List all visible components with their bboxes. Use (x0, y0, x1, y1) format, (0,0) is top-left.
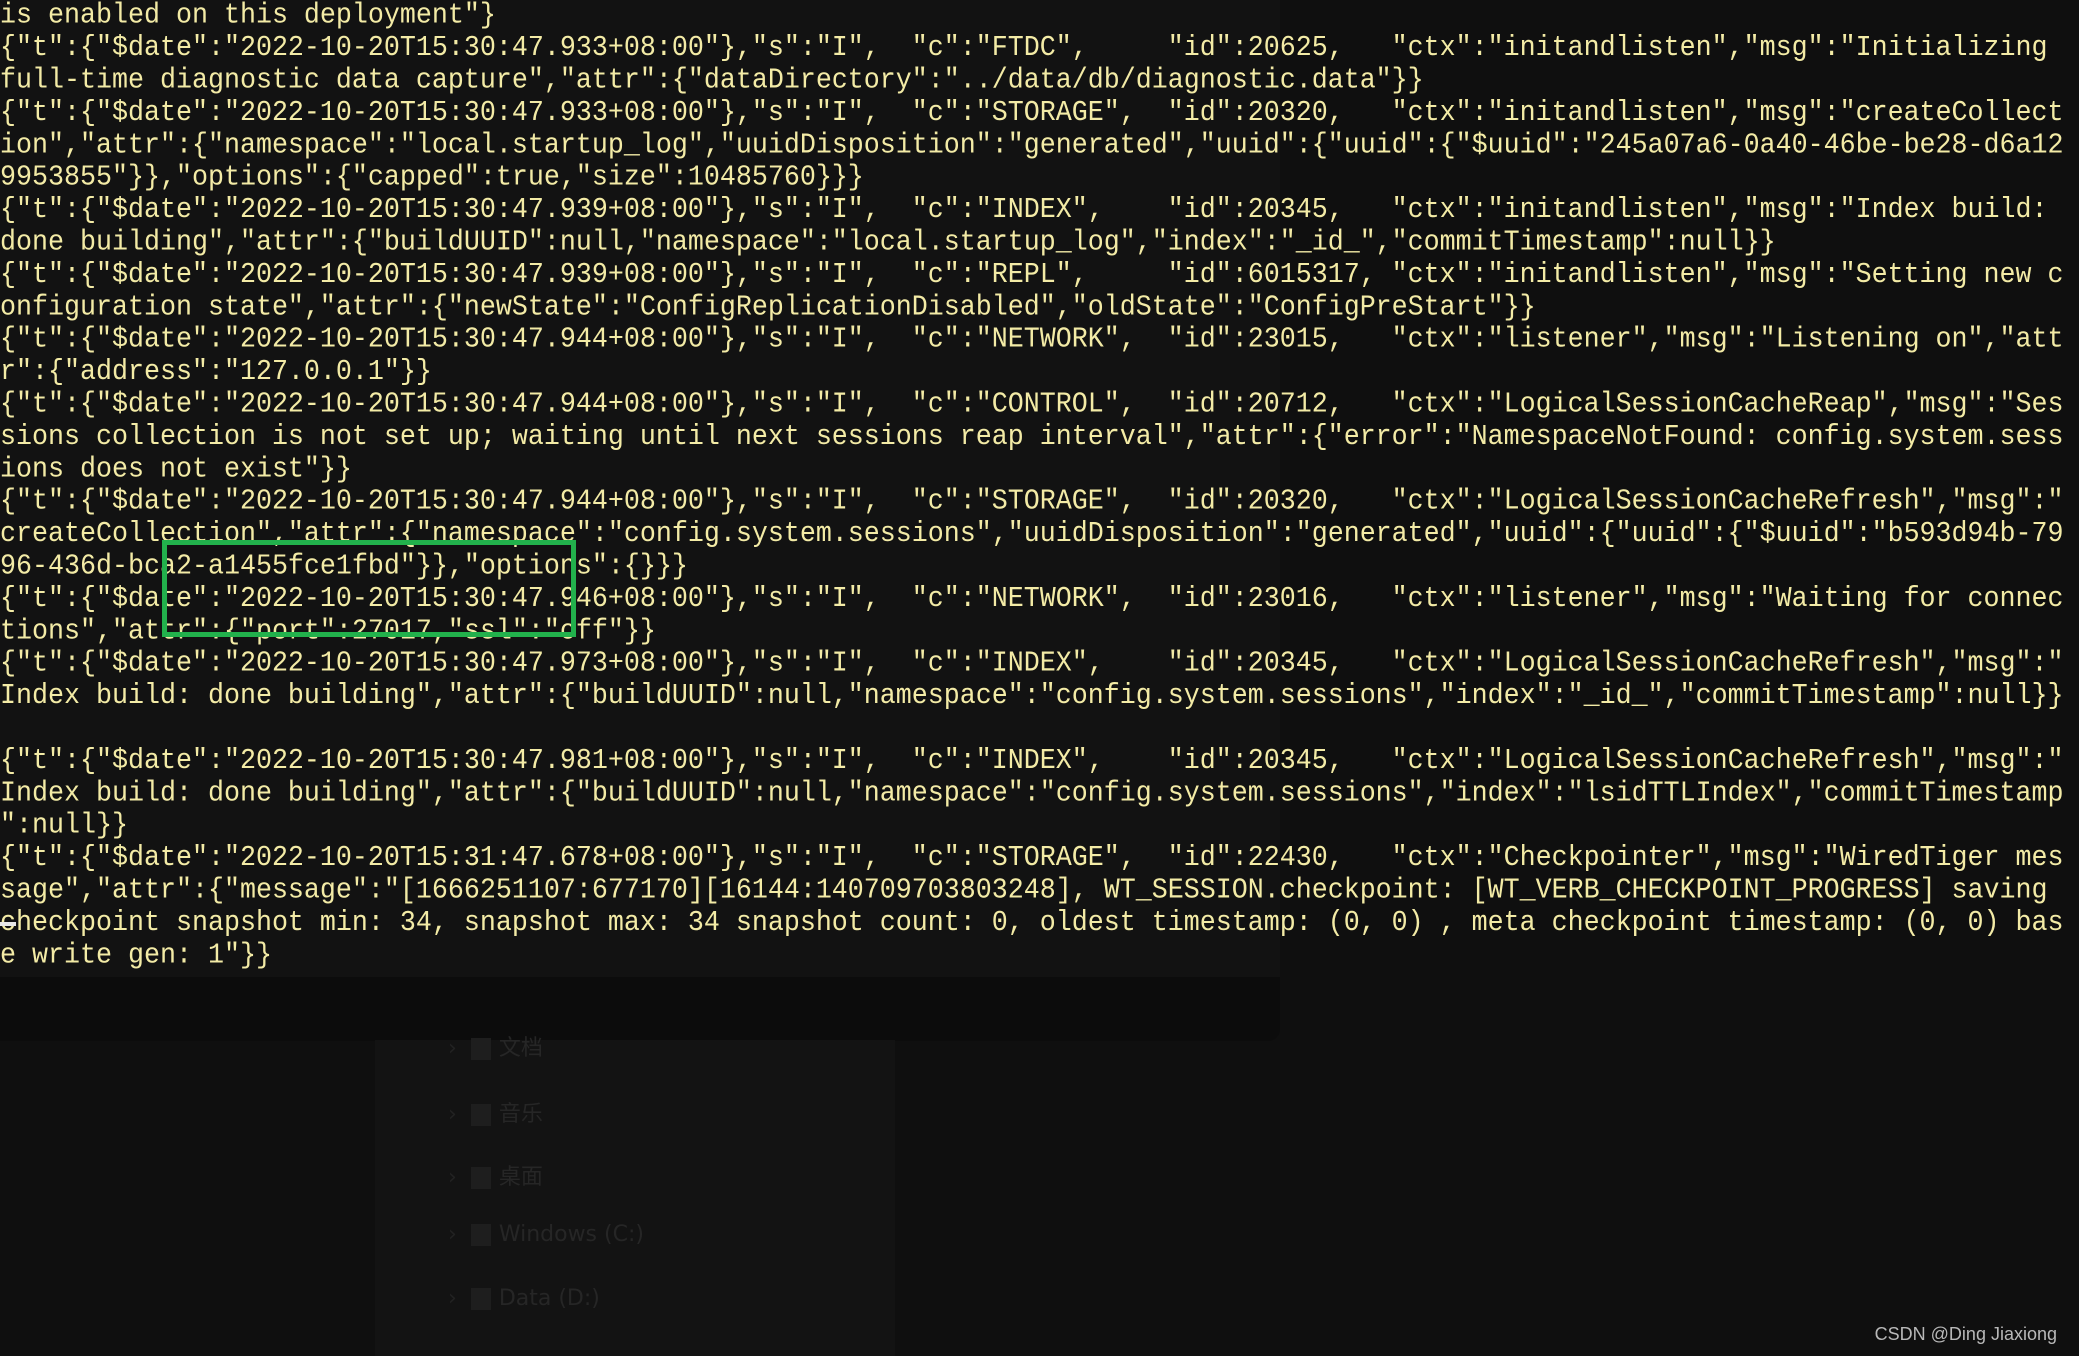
log-line: {"t":{"$date":"2022-10-20T15:30:47.933+0… (0, 97, 2064, 130)
log-line: ":null}} (0, 810, 128, 843)
log-line: sions collection is not set up; waiting … (0, 421, 2064, 454)
watermark: CSDN @Ding Jiaxiong (1874, 1324, 2057, 1344)
nav-item-music: › 音乐 (448, 1102, 543, 1127)
nav-item-documents: › 文档 (448, 1036, 543, 1061)
log-line: {"t":{"$date":"2022-10-20T15:30:47.944+0… (0, 324, 2064, 357)
nav-item-drive-c: › Windows (C:) (448, 1222, 644, 1247)
log-line: {"t":{"$date":"2022-10-20T15:30:47.973+0… (0, 648, 2064, 681)
terminal-cursor (0, 922, 16, 926)
music-folder-icon (470, 1104, 491, 1126)
log-line: ions does not exist"}} (0, 453, 352, 487)
log-line: done building","attr":{"buildUUID":null,… (0, 226, 1776, 260)
log-line: ion","attr":{"namespace":"local.startup_… (0, 129, 2064, 162)
log-line: {"t":{"$date":"2022-10-20T15:30:47.944+0… (0, 486, 2064, 519)
log-line: sage","attr":{"message":"[1666251107:677… (0, 874, 2048, 908)
background-taskbar (0, 977, 1280, 1041)
log-line: {"t":{"$date":"2022-10-20T15:30:47.933+0… (0, 32, 2048, 65)
log-line: {"t":{"$date":"2022-10-20T15:30:47.944+0… (0, 388, 2064, 422)
folder-icon (470, 1038, 491, 1060)
log-line: checkpoint snapshot min: 34, snapshot ma… (0, 907, 2064, 940)
log-line: {"t":{"$date":"2022-10-20T15:30:47.939+0… (0, 194, 2048, 227)
log-line: {"t":{"$date":"2022-10-20T15:30:47.981+0… (0, 745, 2064, 778)
log-line: Index build: done building","attr":{"bui… (0, 680, 2064, 713)
log-line: e write gen: 1"}} (0, 939, 272, 973)
log-line: {"t":{"$date":"2022-10-20T15:30:47.939+0… (0, 259, 2064, 292)
nav-item-desktop: › 桌面 (448, 1165, 543, 1190)
drive-icon (470, 1224, 491, 1246)
log-line: full-time diagnostic data capture","attr… (0, 64, 1424, 98)
log-line: Index build: done building","attr":{"bui… (0, 777, 2064, 811)
nav-item-drive-d: › Data (D:) (448, 1286, 600, 1311)
drive-icon (470, 1288, 491, 1310)
log-line: {"t":{"$date":"2022-10-20T15:31:47.678+0… (0, 842, 2064, 875)
desktop-folder-icon (470, 1167, 491, 1189)
log-line: r":{"address":"127.0.0.1"}} (0, 356, 432, 389)
log-line: onfiguration state","attr":{"newState":"… (0, 291, 1536, 324)
annotation-highlight-box (162, 540, 576, 637)
log-line: is enabled on this deployment"} (0, 0, 496, 33)
terminal-output[interactable]: is enabled on this deployment"} {"t":{"$d… (0, 0, 2079, 972)
log-line: 9953855"}},"options":{"capped":true,"siz… (0, 162, 864, 195)
